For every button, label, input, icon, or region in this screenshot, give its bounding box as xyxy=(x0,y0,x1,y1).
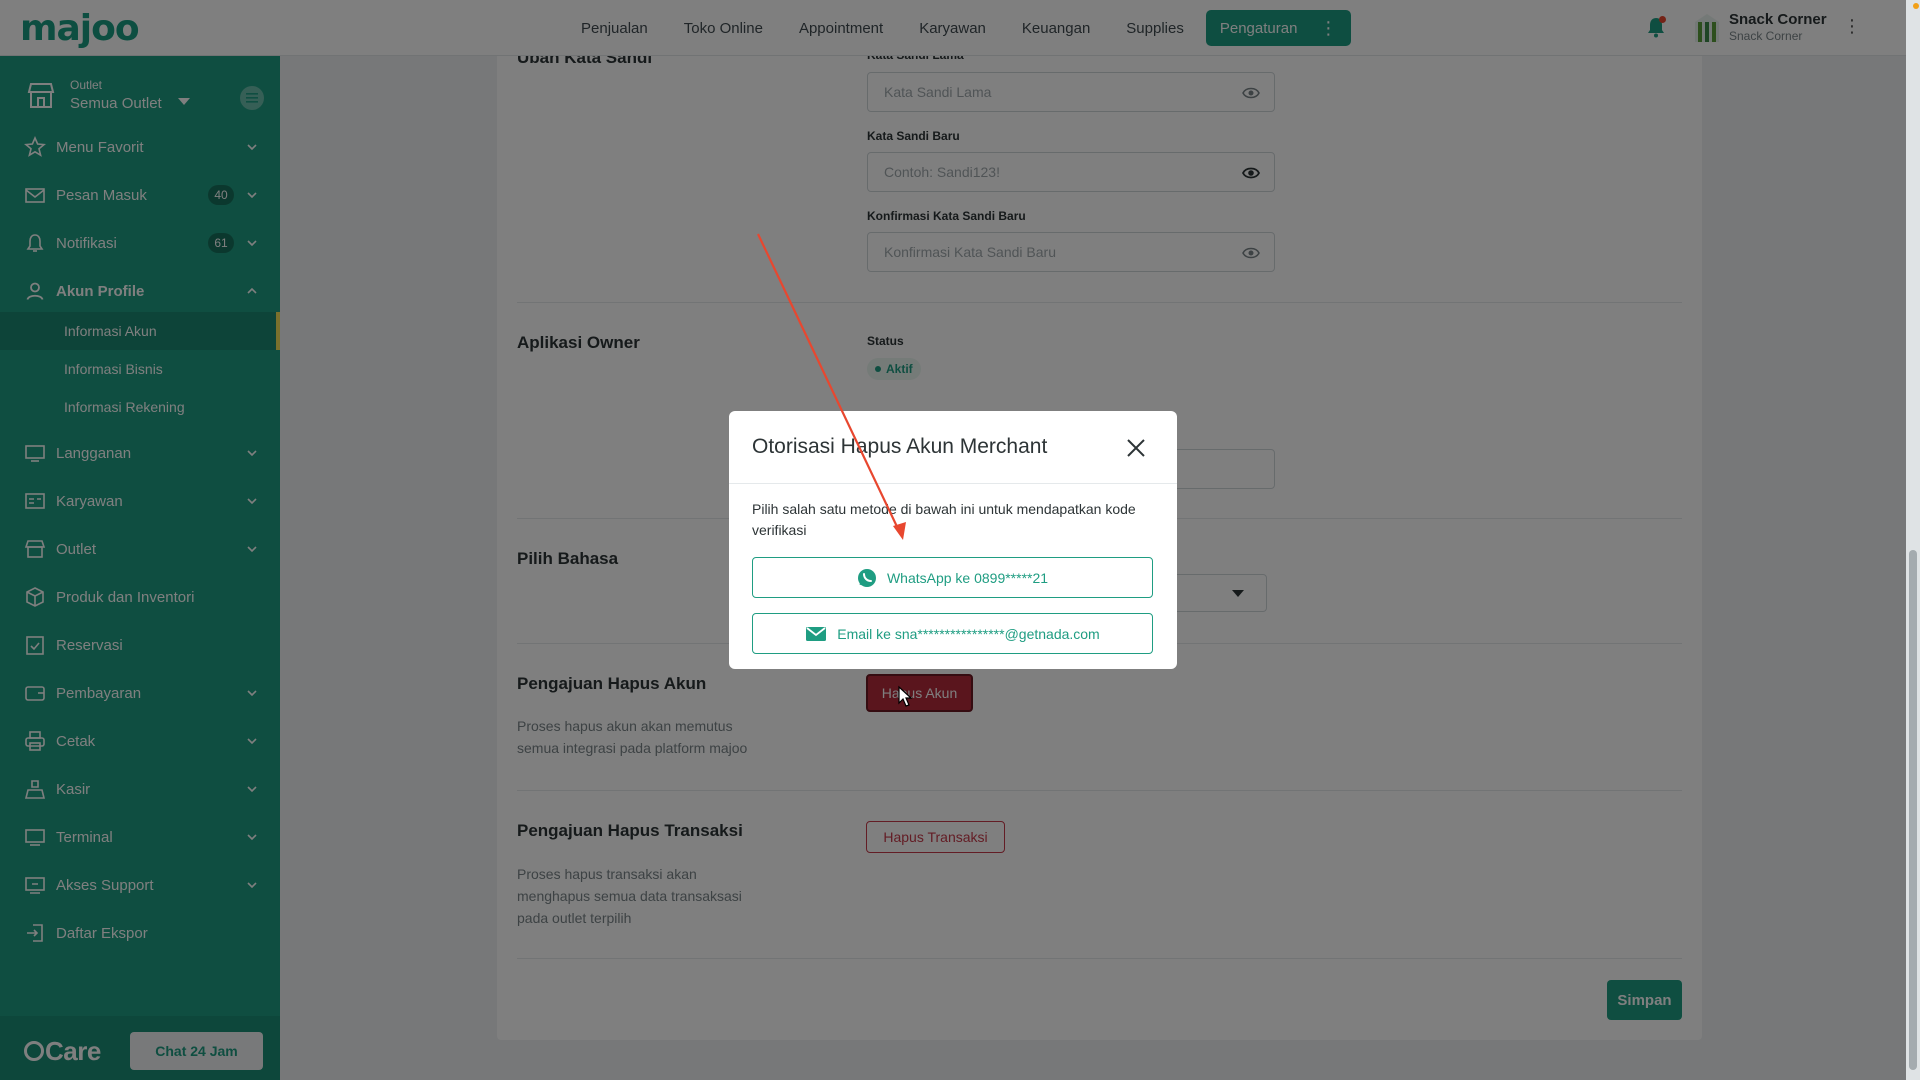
modal-title: Otorisasi Hapus Akun Merchant xyxy=(752,435,1048,458)
whatsapp-icon xyxy=(857,568,876,587)
email-verification-button[interactable]: Email ke sna****************@getnada.com xyxy=(752,613,1153,654)
whatsapp-option-label: WhatsApp ke 0899*****21 xyxy=(886,569,1049,586)
delete-account-authorization-modal: Otorisasi Hapus Akun Merchant Pilih sala… xyxy=(729,411,1177,669)
scrollbar-thumb[interactable] xyxy=(1909,550,1917,1070)
whatsapp-verification-button[interactable]: WhatsApp ke 0899*****21 xyxy=(752,557,1153,598)
email-option-label: Email ke sna****************@getnada.com xyxy=(837,625,1100,642)
email-icon xyxy=(806,626,827,641)
close-icon[interactable] xyxy=(1125,437,1147,459)
page-scrollbar[interactable] xyxy=(1906,0,1920,1080)
modal-description: Pilih salah satu metode di bawah ini unt… xyxy=(752,501,1136,538)
status-indicator-dot xyxy=(1913,3,1919,9)
modal-divider xyxy=(729,483,1177,484)
